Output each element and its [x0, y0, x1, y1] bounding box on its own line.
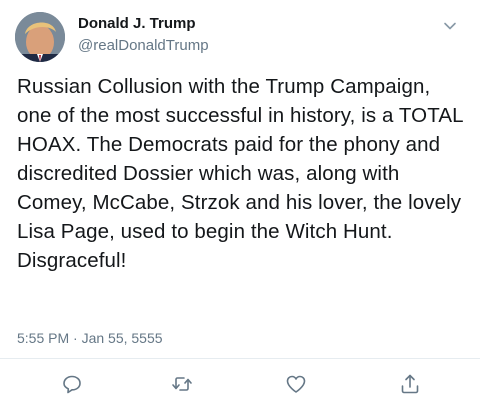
- reply-button[interactable]: [60, 372, 84, 396]
- reply-icon: [63, 375, 81, 394]
- tweet-card: Donald J. Trump @realDonaldTrump Russian…: [0, 0, 480, 410]
- retweet-button[interactable]: [170, 372, 194, 396]
- tweet-timestamp[interactable]: 5:55 PM · Jan 55, 5555: [17, 330, 163, 346]
- author-handle[interactable]: @realDonaldTrump: [78, 37, 209, 54]
- heart-icon: [286, 375, 306, 393]
- like-button[interactable]: [284, 372, 308, 396]
- author-name[interactable]: Donald J. Trump: [78, 15, 196, 32]
- share-icon: [401, 374, 419, 394]
- chevron-down-icon[interactable]: [442, 18, 458, 34]
- avatar-image: [15, 12, 65, 62]
- action-bar: [0, 372, 480, 398]
- avatar[interactable]: [15, 12, 65, 62]
- divider: [0, 358, 480, 359]
- share-button[interactable]: [398, 372, 422, 396]
- retweet-icon: [172, 377, 192, 391]
- tweet-text: Russian Collusion with the Trump Campaig…: [17, 75, 463, 272]
